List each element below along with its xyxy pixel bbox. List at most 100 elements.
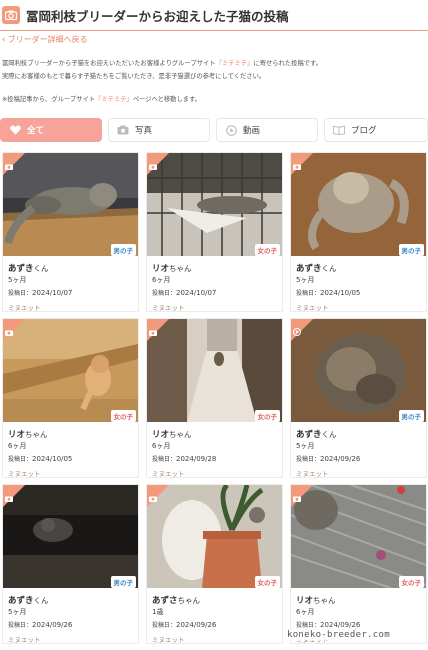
post-card[interactable]: 女の子 リオちゃん 6ヶ月 投稿日：2024/09/28 ミヌエット [146,318,283,478]
post-card[interactable]: 女の子 リオちゃん 6ヶ月 投稿日：2024/10/07 ミヌエット [146,152,283,312]
play-icon [225,124,237,136]
cat-age: 5ヶ月 [296,442,315,450]
tab-video[interactable]: 動画 [216,118,318,142]
cat-age: 1歳 [152,608,164,616]
post-card[interactable]: 女の子 あずさちゃん 1歳 投稿日：2024/09/26 ミヌエット [146,484,283,644]
post-card[interactable]: 男の子 あずきくん 5ヶ月 投稿日：2024/09/26 ミヌエット [290,318,427,478]
post-date-label: 投稿日： [296,622,321,629]
header-divider [0,30,428,31]
cat-age: 5ヶ月 [296,276,315,284]
play-icon [293,321,301,336]
post-date-label: 投稿日： [152,456,177,463]
post-date-value: 2024/10/05 [32,455,73,463]
cat-age: 6ヶ月 [8,442,27,450]
cat-name-suffix: ちゃん [169,264,192,273]
tab-blog-label: ブログ [351,126,377,136]
cat-name: あずきくん [8,262,49,274]
camera-icon [149,487,157,502]
gender-badge: 女の子 [398,576,424,588]
post-date: 投稿日：2024/09/26 [152,620,216,629]
camera-icon [117,125,129,135]
cat-name: あずきくん [296,262,337,274]
post-date-value: 2024/09/26 [176,621,217,629]
tab-photo[interactable]: 写真 [108,118,210,142]
camera-icon [293,487,301,502]
cat-name-text: あずき [8,596,34,606]
post-date-value: 2024/10/07 [32,289,73,297]
post-date: 投稿日：2024/10/05 [8,454,72,463]
back-link-label: ブリーダー詳細へ戻る [7,35,88,44]
camera-icon [5,321,13,336]
cat-name-suffix: ちゃん [313,596,336,605]
post-date-label: 投稿日： [296,290,321,297]
cat-age: 6ヶ月 [152,442,171,450]
mitemite-highlight: 『ミテミテ』 [215,60,254,67]
cat-name-suffix: ちゃん [177,596,201,605]
tab-all-label: 全て [27,126,45,136]
post-date: 投稿日：2024/09/28 [152,454,216,463]
post-date: 投稿日：2024/09/26 [296,620,360,629]
gender-badge: 女の子 [110,410,136,422]
gender-badge: 女の子 [254,244,280,256]
cat-name-text: あずき [296,430,322,440]
cat-breed: ミヌエット [296,470,329,478]
intro-line1-b: に寄せられた投稿です。 [253,60,323,67]
post-date: 投稿日：2024/09/26 [296,454,360,463]
cat-name-suffix: くん [321,264,337,273]
cat-name-suffix: くん [33,264,49,273]
post-date: 投稿日：2024/10/05 [296,288,360,297]
cat-breed: ミヌエット [152,636,185,644]
camera-icon [5,487,13,502]
post-date-label: 投稿日： [8,622,33,629]
cat-name-text: リオ [152,430,170,440]
page-title: 冨岡利枝ブリーダーからお迎えした子猫の投稿 [26,8,289,24]
mitemite-link[interactable]: 『ミテミテ』 [95,96,133,103]
tab-video-label: 動画 [243,126,261,136]
cat-age: 5ヶ月 [8,276,27,284]
cat-name-text: あずき [8,264,34,274]
cat-name: あずきくん [8,594,49,606]
intro-line3-b: ページへと移動します。 [132,96,202,103]
cat-name-suffix: くん [321,430,337,439]
intro-line1-a: 冨岡利枝ブリーダーから子猫をお迎えいただいたお客様よりグループサイト [2,60,216,67]
cat-breed: ミヌエット [8,636,41,644]
tab-all[interactable]: 全て [0,118,102,142]
post-date: 投稿日：2024/10/07 [8,288,72,297]
site-watermark: koneko-breeder.com [285,630,392,640]
cat-name-text: あずさ [152,596,178,606]
camera-icon [149,155,157,170]
post-date-value: 2024/09/26 [320,455,361,463]
post-date-value: 2024/10/07 [176,289,217,297]
cat-breed: ミヌエット [8,304,41,312]
cat-name: リオちゃん [8,428,48,440]
post-card[interactable]: 男の子 あずきくん 5ヶ月 投稿日：2024/10/05 ミヌエット [290,152,427,312]
post-card[interactable]: 男の子 あずきくん 5ヶ月 投稿日：2024/09/26 ミヌエット [2,484,139,644]
gender-badge: 男の子 [398,244,424,256]
gender-badge: 男の子 [110,576,136,588]
camera-icon [293,155,301,170]
post-date-value: 2024/10/05 [320,289,361,297]
cat-name: あずきくん [296,428,337,440]
cat-name: あずさちゃん [152,594,200,606]
post-card[interactable]: 女の子 リオちゃん 6ヶ月 投稿日：2024/10/05 ミヌエット [2,318,139,478]
intro-line3-a: ※投稿記事から、グループサイト [2,96,96,103]
cat-name: リオちゃん [152,262,192,274]
post-date: 投稿日：2024/10/07 [152,288,216,297]
cat-age: 5ヶ月 [8,608,27,616]
back-to-breeder-link[interactable]: ‹ ブリーダー詳細へ戻る [2,34,88,45]
cat-breed: ミヌエット [152,470,185,478]
post-date-label: 投稿日： [296,456,321,463]
book-icon [333,125,345,135]
cat-breed: ミヌエット [8,470,41,478]
cat-age: 6ヶ月 [152,276,171,284]
chevron-left-icon: ‹ [2,34,6,45]
cat-name: リオちゃん [152,428,192,440]
tab-blog[interactable]: ブログ [324,118,428,142]
post-card[interactable]: 女の子 リオちゃん 6ヶ月 投稿日：2024/09/26 ミヌエット [290,484,427,644]
post-card[interactable]: 男の子 あずきくん 5ヶ月 投稿日：2024/10/07 ミヌエット [2,152,139,312]
heart-icon [9,125,21,135]
page-header: 冨岡利枝ブリーダーからお迎えした子猫の投稿 [0,0,428,30]
camera-icon [5,155,13,170]
intro-text: 冨岡利枝ブリーダーから子猫をお迎えいただいたお客様よりグループサイト『ミテミテ』… [2,57,426,83]
cat-name: リオちゃん [296,594,336,606]
